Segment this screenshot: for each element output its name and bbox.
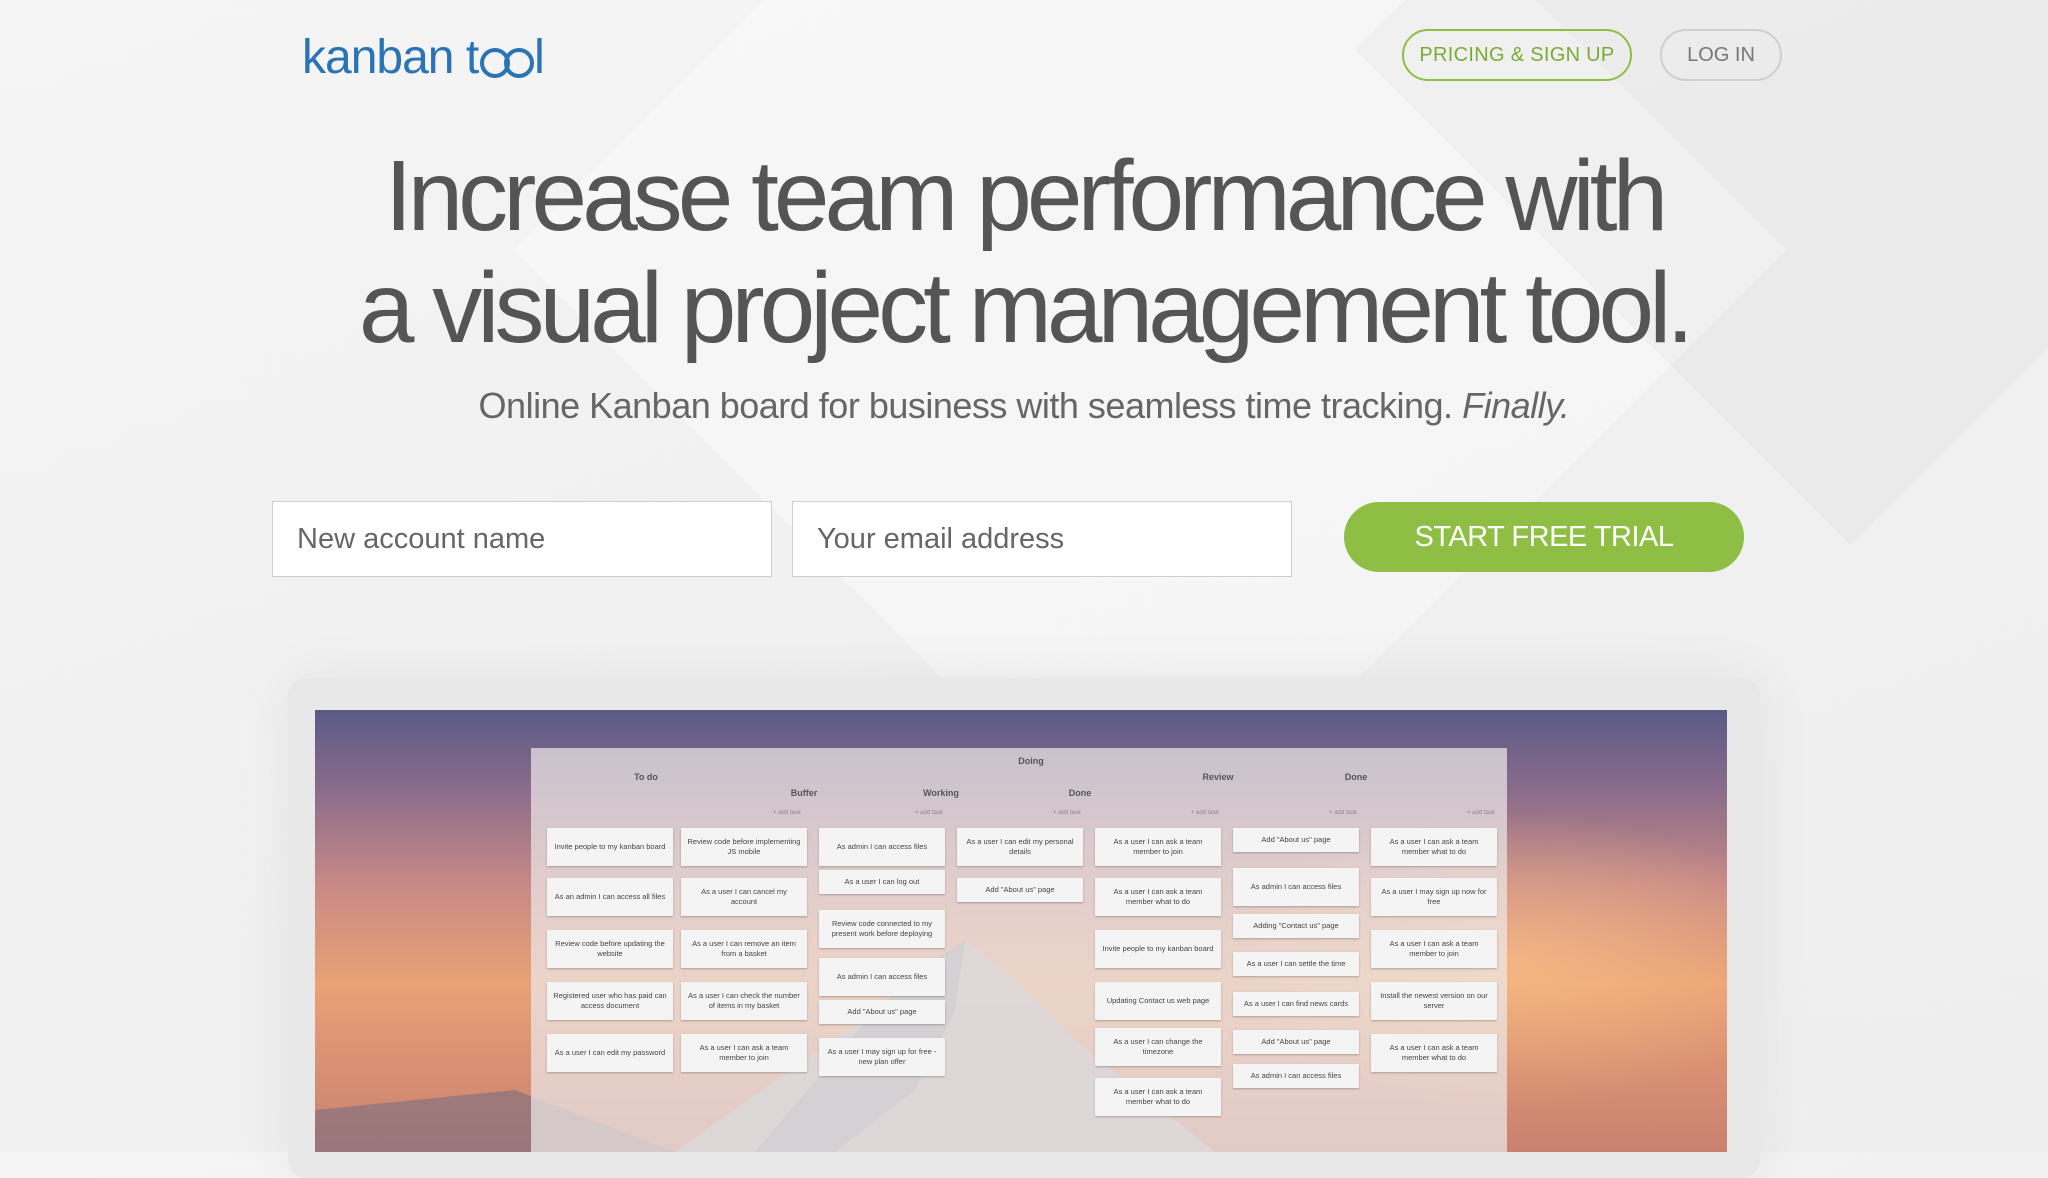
task-card[interactable]: As admin I can access files (819, 828, 945, 866)
task-card[interactable]: Add "About us" page (1233, 1030, 1359, 1054)
start-free-trial-button[interactable]: START FREE TRIAL (1344, 502, 1744, 572)
logo-oo-icon (480, 38, 535, 78)
task-card[interactable]: Invite people to my kanban board (1095, 930, 1221, 968)
pricing-signup-button[interactable]: PRICING & SIGN UP (1402, 29, 1632, 81)
subheadline-emphasis: Finally. (1462, 385, 1570, 426)
task-card[interactable]: As a user I can ask a team member what t… (1371, 1034, 1497, 1072)
task-card[interactable]: As admin I can access files (819, 958, 945, 996)
headline-line-2: a visual project management tool. (358, 252, 1694, 364)
add-task-link[interactable]: + add task (1191, 810, 1219, 816)
add-task-link[interactable]: + add task (1467, 810, 1495, 816)
task-card[interactable]: As a user I can check the number of item… (681, 982, 807, 1020)
task-card[interactable]: Install the newest version on our server (1371, 982, 1497, 1020)
task-card[interactable]: As a user I can ask a team member what t… (1095, 878, 1221, 916)
task-card[interactable]: As a user I can log out (819, 870, 945, 894)
task-card[interactable]: As a user I may sign up now for free (1371, 878, 1497, 916)
board-group-doing: Doing (1018, 756, 1044, 766)
task-card[interactable]: Invite people to my kanban board (547, 828, 673, 866)
board-column-buffer: Buffer (790, 788, 818, 798)
board-column-done-final: Done (1344, 772, 1368, 782)
task-card[interactable]: As a user I can ask a team member what t… (1371, 828, 1497, 866)
email-input[interactable] (792, 501, 1292, 577)
task-card[interactable]: As a user I can find news cards (1233, 992, 1359, 1016)
task-card[interactable]: As a user I may sign up for free - new p… (819, 1038, 945, 1076)
login-button[interactable]: LOG IN (1660, 29, 1782, 81)
subheadline-text: Online Kanban board for business with se… (478, 385, 1454, 426)
page-headline: Increase team performance with a visual … (0, 140, 2048, 364)
account-name-input[interactable] (272, 501, 772, 577)
add-task-link[interactable]: + add task (915, 810, 943, 816)
page-subheadline: Online Kanban board for business with se… (0, 385, 2048, 427)
task-card[interactable]: As admin I can access files (1233, 1064, 1359, 1088)
task-card[interactable]: As admin I can access files (1233, 868, 1359, 906)
task-card[interactable]: As an admin I can access all files (547, 878, 673, 916)
task-card[interactable]: Add "About us" page (957, 878, 1083, 902)
task-card[interactable]: As a user I can ask a team member to joi… (1371, 930, 1497, 968)
task-card[interactable]: Add "About us" page (819, 1000, 945, 1024)
add-task-link[interactable]: + add task (773, 810, 801, 816)
logo-text-a: kanban t (302, 31, 479, 84)
board-column-done: Done (1068, 788, 1092, 798)
headline-line-1: Increase team performance with (384, 140, 1668, 252)
add-task-link[interactable]: + add task (1329, 810, 1357, 816)
task-card[interactable]: As a user I can ask a team member to joi… (1095, 828, 1221, 866)
board-column-review: Review (1202, 772, 1234, 782)
task-card[interactable]: As a user I can settle the time (1233, 952, 1359, 976)
task-card[interactable]: Add "About us" page (1233, 828, 1359, 852)
task-card[interactable]: Review code before implementing JS mobil… (681, 828, 807, 866)
kanban-board: Doing To do Buffer Working Done Review D… (531, 748, 1507, 1152)
task-card[interactable]: As a user I can remove an item from a ba… (681, 930, 807, 968)
kanbantool-logo[interactable]: kanban t l (302, 30, 545, 85)
task-card[interactable]: As a user I can ask a team member what t… (1095, 1078, 1221, 1116)
board-preview-image: Doing To do Buffer Working Done Review D… (315, 710, 1727, 1152)
task-card[interactable]: Review code connected to my present work… (819, 910, 945, 948)
add-task-link[interactable]: + add task (1053, 810, 1081, 816)
task-card[interactable]: Adding "Contact us" page (1233, 914, 1359, 938)
task-card[interactable]: As a user I can edit my personal details (957, 828, 1083, 866)
board-column-working: Working (923, 788, 959, 798)
task-card[interactable]: As a user I can ask a team member to joi… (681, 1034, 807, 1072)
logo-text-b: l (534, 31, 545, 84)
task-card[interactable]: As a user I can change the timezone (1095, 1028, 1221, 1066)
board-column-todo: To do (634, 772, 658, 782)
task-card[interactable]: As a user I can cancel my account (681, 878, 807, 916)
task-card[interactable]: Registered user who has paid can access … (547, 982, 673, 1020)
task-card[interactable]: Updating Contact us web page (1095, 982, 1221, 1020)
task-card[interactable]: As a user I can edit my password (547, 1034, 673, 1072)
task-card[interactable]: Review code before updating the website (547, 930, 673, 968)
